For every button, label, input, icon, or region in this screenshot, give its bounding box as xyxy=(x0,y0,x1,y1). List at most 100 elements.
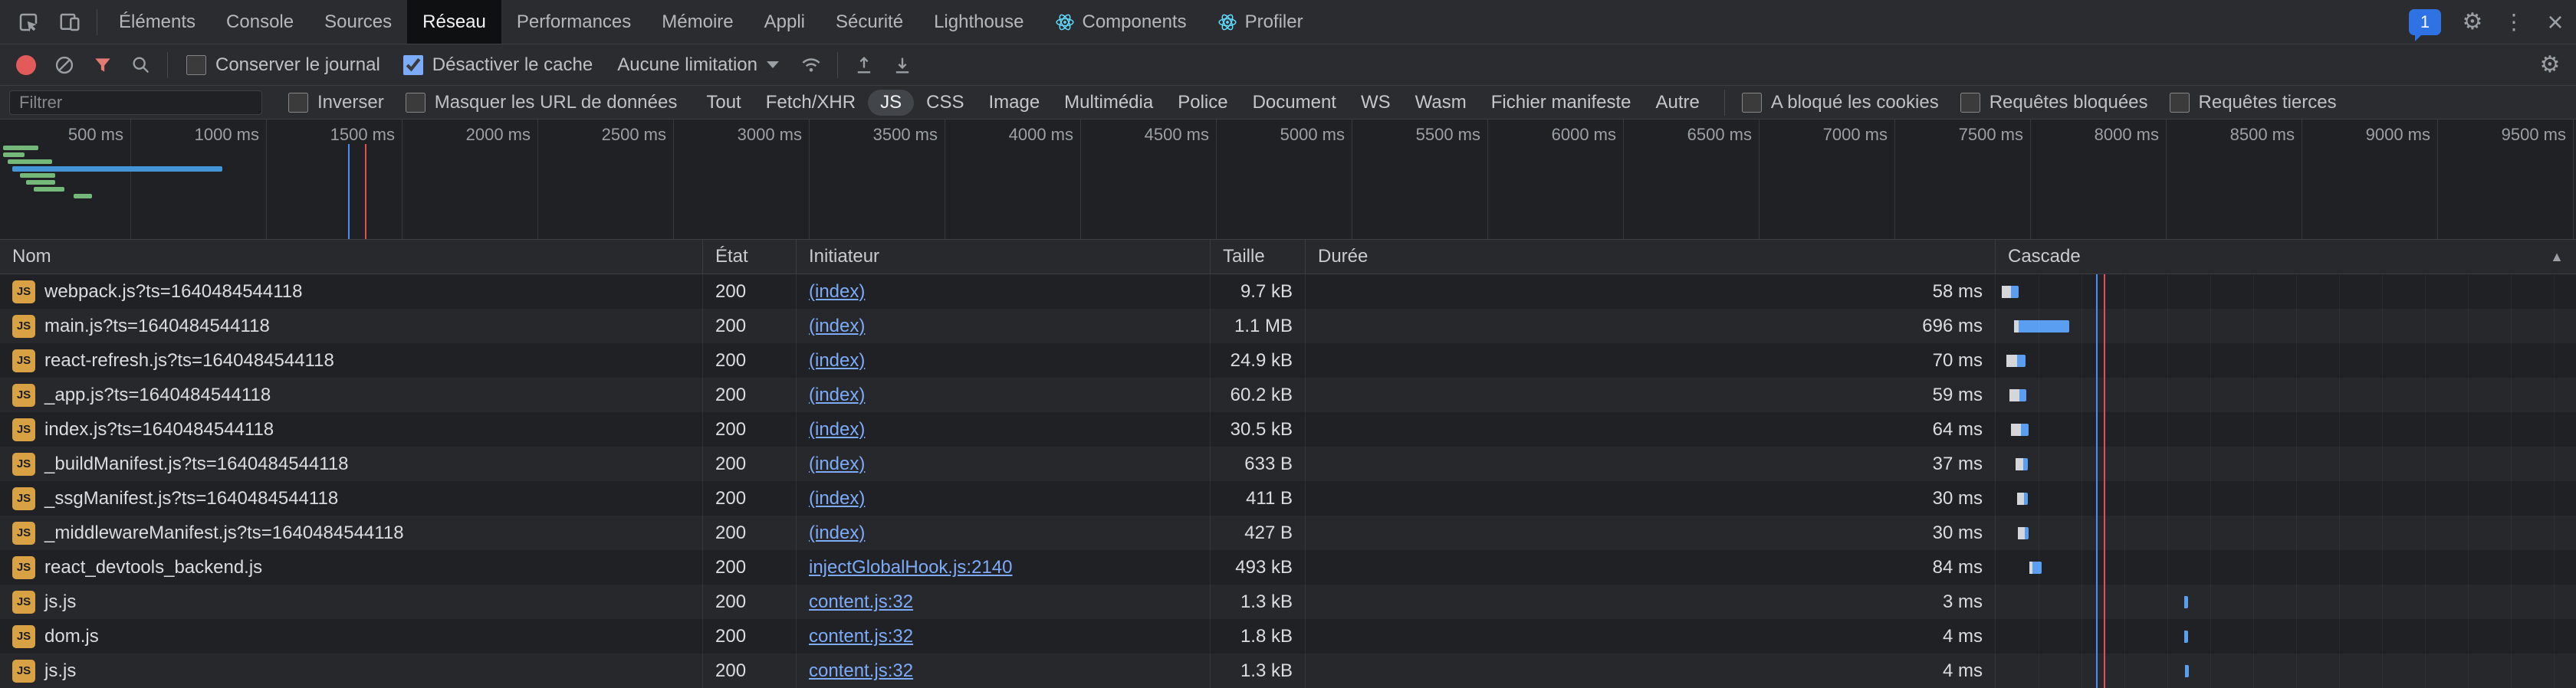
initiator-link[interactable]: (index) xyxy=(809,316,865,337)
column-header-initiator[interactable]: Initiateur xyxy=(797,240,1211,274)
initiator-link[interactable]: (index) xyxy=(809,523,865,544)
request-row-webpack-js-ts-1640484544118[interactable]: JS webpack.js?ts=1640484544118 200 (index… xyxy=(0,274,2576,309)
initiator-link[interactable]: (index) xyxy=(809,488,865,509)
column-header-waterfall[interactable]: Cascade ▲ xyxy=(1996,240,2576,274)
request-name-cell[interactable]: JS react_devtools_backend.js xyxy=(0,550,703,585)
filter-toggle-button[interactable] xyxy=(84,48,121,83)
initiator-link[interactable]: content.js:32 xyxy=(809,626,913,647)
import-har-button[interactable] xyxy=(846,48,882,83)
filter-pill-fichier-manifeste[interactable]: Fichier manifeste xyxy=(1479,90,1644,116)
filter-pill-tout[interactable]: Tout xyxy=(694,90,753,116)
third-party-requests-toggle[interactable]: Requêtes tierces xyxy=(2169,92,2337,113)
filter-pill-multimedia[interactable]: Multimédia xyxy=(1052,90,1165,116)
tab-performances[interactable]: Performances xyxy=(501,0,646,44)
request-name-cell[interactable]: JS _ssgManifest.js?ts=1640484544118 xyxy=(0,481,703,516)
request-row-react-devtools-backend-js[interactable]: JS react_devtools_backend.js 200 injectGl… xyxy=(0,550,2576,585)
third-party-requests-checkbox[interactable] xyxy=(2169,92,2190,113)
issues-button[interactable]: 1 xyxy=(2409,8,2441,41)
request-name-cell[interactable]: JS react-refresh.js?ts=1640484544118 xyxy=(0,343,703,378)
blocked-cookies-toggle[interactable]: A bloqué les cookies xyxy=(1741,92,1939,113)
initiator-link[interactable]: content.js:32 xyxy=(809,591,913,613)
tab-console[interactable]: Console xyxy=(211,0,309,44)
timeline-overview[interactable]: 500 ms 1000 ms 1500 ms 2000 ms 2500 ms 3000 m… xyxy=(0,120,2576,240)
invert-filter-toggle[interactable]: Inverser xyxy=(288,92,384,113)
request-name-cell[interactable]: JS dom.js xyxy=(0,619,703,654)
request-row-js-js[interactable]: JS js.js 200 content.js:32 1.3 kB 4 ms xyxy=(0,654,2576,688)
tab-components[interactable]: Components xyxy=(1040,0,1202,44)
hide-data-urls-toggle[interactable]: Masquer les URL de données xyxy=(405,92,677,113)
filter-pill-image[interactable]: Image xyxy=(976,90,1052,116)
disable-cache-checkbox[interactable] xyxy=(402,54,423,75)
device-toolbar-button[interactable] xyxy=(49,0,90,44)
initiator-link[interactable]: (index) xyxy=(809,281,865,303)
disable-cache-toggle[interactable]: Désactiver le cache xyxy=(402,54,593,76)
hide-data-urls-checkbox[interactable] xyxy=(405,92,426,113)
invert-filter-checkbox[interactable] xyxy=(288,92,308,113)
request-row-buildmanifest-js-ts-1640484544118[interactable]: JS _buildManifest.js?ts=1640484544118 200… xyxy=(0,447,2576,481)
tab-appli[interactable]: Appli xyxy=(749,0,820,44)
more-options-button[interactable]: ⋮ xyxy=(2493,0,2535,44)
tab-lighthouse[interactable]: Lighthouse xyxy=(918,0,1039,44)
initiator-link[interactable]: (index) xyxy=(809,419,865,441)
request-size-cell: 427 B xyxy=(1211,516,1306,550)
devtools-settings-button[interactable]: ⚙ xyxy=(2452,0,2493,44)
blocked-requests-toggle[interactable]: Requêtes bloquées xyxy=(1960,92,2148,113)
clear-network-log-button[interactable] xyxy=(46,48,83,83)
request-name-cell[interactable]: JS js.js xyxy=(0,585,703,619)
request-row-main-js-ts-1640484544118[interactable]: JS main.js?ts=1640484544118 200 (index) 1… xyxy=(0,309,2576,343)
request-initiator-cell: content.js:32 xyxy=(797,654,1211,688)
blocked-cookies-checkbox[interactable] xyxy=(1741,92,1762,113)
tab-sources[interactable]: Sources xyxy=(309,0,407,44)
record-network-log-button[interactable] xyxy=(8,48,44,83)
network-settings-button[interactable]: ⚙ xyxy=(2532,48,2568,83)
initiator-link[interactable]: (index) xyxy=(809,454,865,475)
filter-pill-fetch-xhr[interactable]: Fetch/XHR xyxy=(754,90,868,116)
initiator-link[interactable]: (index) xyxy=(809,385,865,406)
request-row-react-refresh-js-ts-1640484544118[interactable]: JS react-refresh.js?ts=1640484544118 200 … xyxy=(0,343,2576,378)
request-row-middlewaremanifest-js-ts-1640484544118[interactable]: JS _middlewareManifest.js?ts=164048454411… xyxy=(0,516,2576,550)
preserve-log-checkbox[interactable] xyxy=(186,54,206,75)
tab-elements[interactable]: Éléments xyxy=(104,0,211,44)
throttling-select[interactable]: Aucune limitation xyxy=(617,54,779,76)
timeline-tick: 2000 ms xyxy=(402,120,538,239)
request-row-ssgmanifest-js-ts-1640484544118[interactable]: JS _ssgManifest.js?ts=1640484544118 200 (… xyxy=(0,481,2576,516)
request-name-cell[interactable]: JS _buildManifest.js?ts=1640484544118 xyxy=(0,447,703,481)
tab-reseau[interactable]: Réseau xyxy=(407,0,501,44)
export-har-button[interactable] xyxy=(884,48,921,83)
column-header-time[interactable]: Durée xyxy=(1306,240,1996,274)
preserve-log-toggle[interactable]: Conserver le journal xyxy=(186,54,380,76)
initiator-link[interactable]: injectGlobalHook.js:2140 xyxy=(809,557,1013,578)
filter-pill-ws[interactable]: WS xyxy=(1349,90,1403,116)
filter-pill-police[interactable]: Police xyxy=(1165,90,1240,116)
request-row-app-js-ts-1640484544118[interactable]: JS _app.js?ts=1640484544118 200 (index) 6… xyxy=(0,378,2576,412)
filter-pill-autre[interactable]: Autre xyxy=(1644,90,1712,116)
tab-profiler[interactable]: Profiler xyxy=(1202,0,1319,44)
export-har-icon xyxy=(895,57,909,73)
network-filter-input[interactable] xyxy=(9,90,262,115)
request-name-cell[interactable]: JS js.js xyxy=(0,654,703,688)
search-button[interactable] xyxy=(123,48,159,83)
filter-pill-wasm[interactable]: Wasm xyxy=(1403,90,1479,116)
tab-securite[interactable]: Sécurité xyxy=(820,0,918,44)
request-row-index-js-ts-1640484544118[interactable]: JS index.js?ts=1640484544118 200 (index) … xyxy=(0,412,2576,447)
column-header-name[interactable]: Nom xyxy=(0,240,703,274)
request-name-cell[interactable]: JS index.js?ts=1640484544118 xyxy=(0,412,703,447)
filter-pill-css[interactable]: CSS xyxy=(914,90,976,116)
request-name-cell[interactable]: JS main.js?ts=1640484544118 xyxy=(0,309,703,343)
request-row-dom-js[interactable]: JS dom.js 200 content.js:32 1.8 kB 4 ms xyxy=(0,619,2576,654)
filter-pill-js[interactable]: JS xyxy=(868,89,915,116)
close-devtools-button[interactable]: × xyxy=(2535,0,2576,44)
tab-memoire[interactable]: Mémoire xyxy=(646,0,748,44)
request-name-cell[interactable]: JS _app.js?ts=1640484544118 xyxy=(0,378,703,412)
request-name-cell[interactable]: JS webpack.js?ts=1640484544118 xyxy=(0,274,703,309)
inspect-element-button[interactable] xyxy=(8,0,49,44)
request-name-cell[interactable]: JS _middlewareManifest.js?ts=164048454411… xyxy=(0,516,703,550)
column-header-size[interactable]: Taille xyxy=(1211,240,1306,274)
filter-pill-document[interactable]: Document xyxy=(1240,90,1349,116)
column-header-status[interactable]: État xyxy=(703,240,797,274)
blocked-requests-checkbox[interactable] xyxy=(1960,92,1980,113)
network-conditions-button[interactable] xyxy=(793,48,830,83)
initiator-link[interactable]: (index) xyxy=(809,350,865,372)
request-row-js-js[interactable]: JS js.js 200 content.js:32 1.3 kB 3 ms xyxy=(0,585,2576,619)
initiator-link[interactable]: content.js:32 xyxy=(809,660,913,682)
